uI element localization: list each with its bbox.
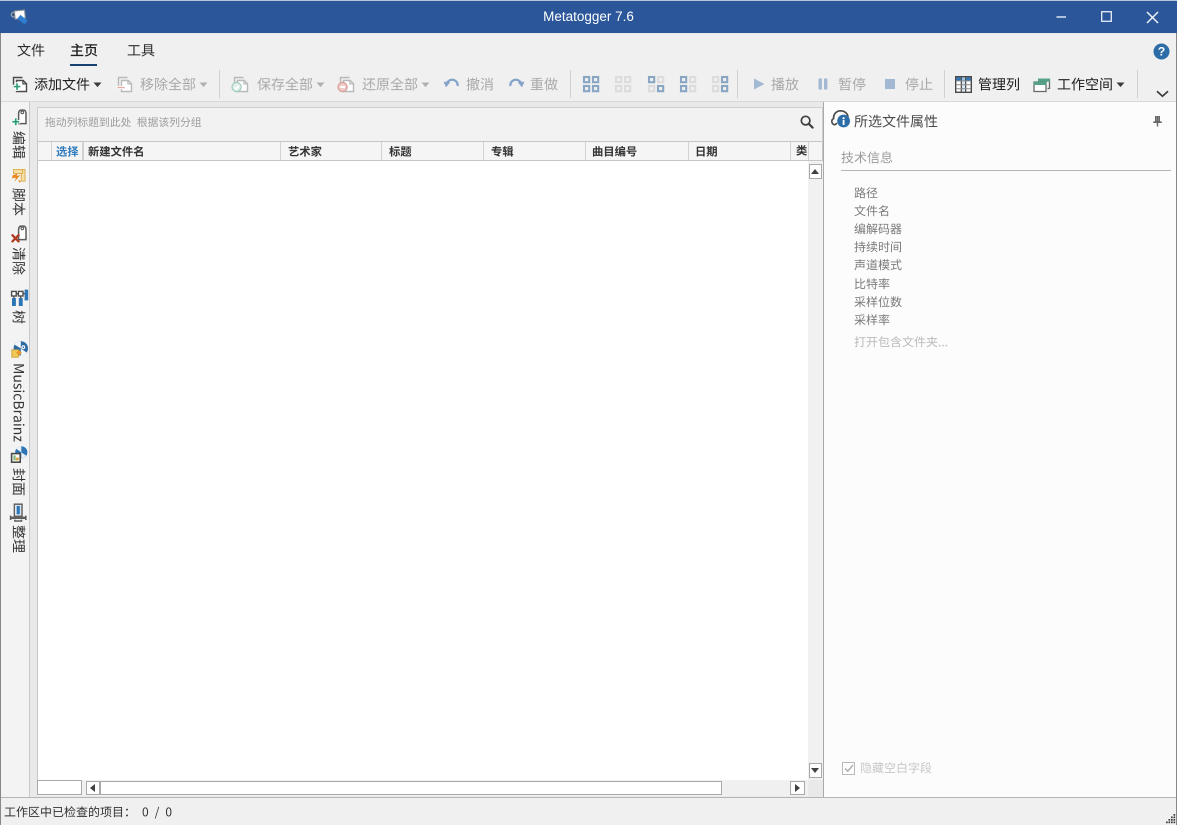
svg-text:?: ? [1157,45,1164,59]
